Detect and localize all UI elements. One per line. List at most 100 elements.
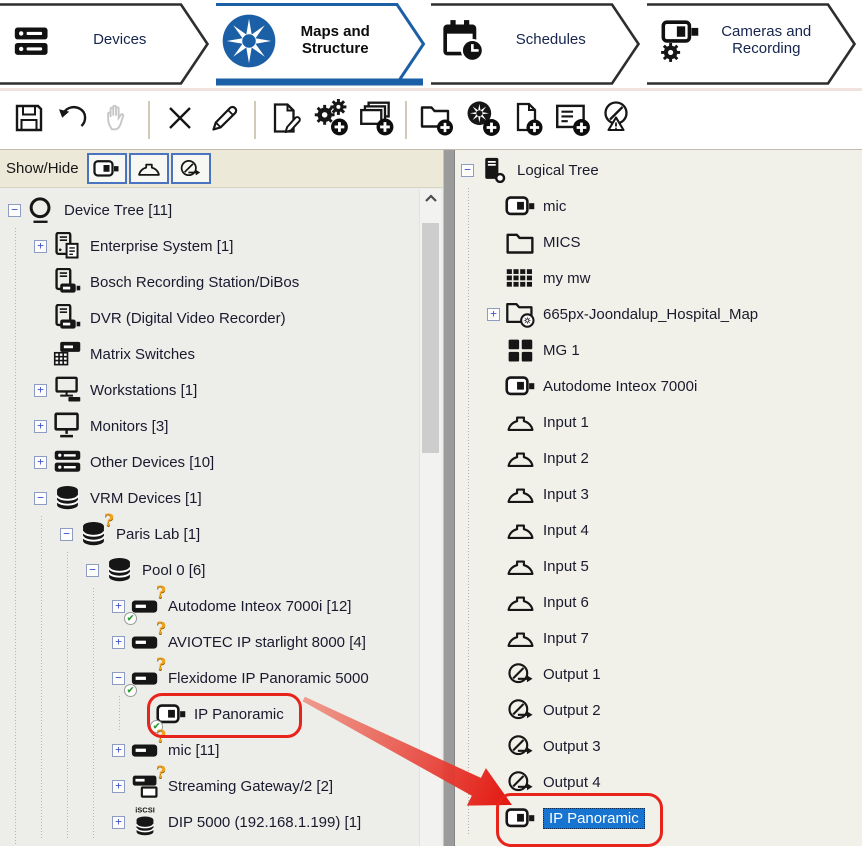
tree-item-label[interactable]: Autodome Inteox 7000i [12]: [168, 598, 351, 615]
panel-splitter[interactable]: [443, 150, 455, 846]
tree-item-input-3[interactable]: Input 3: [455, 476, 862, 512]
tree-item-input-4[interactable]: Input 4: [455, 512, 862, 548]
tree-item-label[interactable]: Logical Tree: [517, 162, 599, 179]
expand-toggle[interactable]: +: [112, 636, 125, 649]
tree-item-label[interactable]: Input 6: [543, 594, 589, 611]
tree-item-pool-0-6[interactable]: − Pool 0 [6]: [0, 552, 443, 588]
expand-toggle[interactable]: +: [34, 420, 47, 433]
expand-toggle[interactable]: −: [8, 204, 21, 217]
scrollbar[interactable]: [419, 189, 441, 846]
add-resources-button[interactable]: [353, 97, 398, 143]
save-button[interactable]: [6, 97, 51, 143]
tree-item-label[interactable]: my mw: [543, 270, 591, 287]
tree-item-label[interactable]: Output 2: [543, 702, 601, 719]
tree-item-label[interactable]: Bosch Recording Station/DiBos: [90, 274, 299, 291]
tree-item-input-6[interactable]: Input 6: [455, 584, 862, 620]
tree-item-mg-1[interactable]: MG 1: [455, 332, 862, 368]
tree-item-label[interactable]: Device Tree [11]: [64, 202, 172, 219]
expand-toggle[interactable]: −: [461, 164, 474, 177]
tree-item-label[interactable]: Input 5: [543, 558, 589, 575]
tab-schedules[interactable]: Schedules: [431, 0, 647, 88]
expand-toggle[interactable]: −: [60, 528, 73, 541]
tree-item-label[interactable]: DVR (Digital Video Recorder): [90, 310, 286, 327]
expand-toggle[interactable]: −: [86, 564, 99, 577]
add-map-button[interactable]: [459, 97, 504, 143]
tree-item-autodome-inteox-7000i-12[interactable]: +?✔Autodome Inteox 7000i [12]: [0, 588, 443, 624]
expand-toggle[interactable]: +: [34, 240, 47, 253]
tree-item-enterprise-system-1[interactable]: + Enterprise System [1]: [0, 228, 443, 264]
tree-item-paris-lab-1[interactable]: −?Paris Lab [1]: [0, 516, 443, 552]
add-form-button[interactable]: [549, 97, 594, 143]
add-document-button[interactable]: [504, 97, 549, 143]
tree-item-label[interactable]: Autodome Inteox 7000i: [543, 378, 697, 395]
tree-item-mics[interactable]: MICS: [455, 224, 862, 260]
tree-item-label[interactable]: Monitors [3]: [90, 418, 168, 435]
tree-item-label[interactable]: Output 3: [543, 738, 601, 755]
expand-toggle[interactable]: +: [34, 456, 47, 469]
tree-item-output-1[interactable]: Output 1: [455, 656, 862, 692]
tree-item-vrm-devices-1[interactable]: − VRM Devices [1]: [0, 480, 443, 516]
tree-item-label[interactable]: Other Devices [10]: [90, 454, 214, 471]
tree-item-output-2[interactable]: Output 2: [455, 692, 862, 728]
input-filter-toggle[interactable]: [129, 153, 169, 184]
tree-item-mic[interactable]: mic: [455, 188, 862, 224]
tree-item-input-1[interactable]: Input 1: [455, 404, 862, 440]
tree-item-label[interactable]: Input 7: [543, 630, 589, 647]
expand-toggle[interactable]: +: [487, 308, 500, 321]
expand-toggle[interactable]: +: [112, 780, 125, 793]
tree-item-logical-tree[interactable]: − Logical Tree: [455, 152, 862, 188]
expand-toggle[interactable]: +: [112, 816, 125, 829]
tree-item-input-7[interactable]: Input 7: [455, 620, 862, 656]
expand-toggle[interactable]: −: [34, 492, 47, 505]
expand-toggle[interactable]: +: [112, 744, 125, 757]
tree-item-label[interactable]: 665px-Joondalup_Hospital_Map: [543, 306, 758, 323]
tree-item-label[interactable]: Output 4: [543, 774, 601, 791]
tree-item-output-3[interactable]: Output 3: [455, 728, 862, 764]
tree-item-other-devices-10[interactable]: + Other Devices [10]: [0, 444, 443, 480]
tree-item-flexidome-ip-panoramic-5000[interactable]: −?✔Flexidome IP Panoramic 5000: [0, 660, 443, 696]
tree-item-label[interactable]: DIP 5000 (192.168.1.199) [1]: [168, 814, 361, 831]
expand-toggle[interactable]: +: [112, 600, 125, 613]
tree-item-output-4[interactable]: Output 4: [455, 764, 862, 800]
camera-filter-toggle[interactable]: [87, 153, 127, 184]
tree-item-dvr-digital-video-recorder[interactable]: DVR (Digital Video Recorder): [0, 300, 443, 336]
add-gears-button[interactable]: [308, 97, 353, 143]
tree-item-my-mw[interactable]: my mw: [455, 260, 862, 296]
tree-item-label[interactable]: Enterprise System [1]: [90, 238, 233, 255]
tree-item-label[interactable]: Input 4: [543, 522, 589, 539]
tab-maps-and-structure[interactable]: Maps and Structure: [216, 0, 432, 88]
delete-x-button[interactable]: [157, 97, 202, 143]
tree-item-ip-panoramic[interactable]: ✔IP Panoramic: [0, 696, 443, 732]
tree-item-label[interactable]: Matrix Switches: [90, 346, 195, 363]
tab-cameras-and-recording[interactable]: Cameras and Recording: [647, 0, 862, 88]
tree-item-label[interactable]: AVIOTEC IP starlight 8000 [4]: [168, 634, 366, 651]
tree-item-label[interactable]: Pool 0 [6]: [142, 562, 205, 579]
add-folder-button[interactable]: [414, 97, 459, 143]
expand-toggle[interactable]: +: [34, 384, 47, 397]
tree-item-label[interactable]: Streaming Gateway/2 [2]: [168, 778, 333, 795]
tree-item-label[interactable]: VRM Devices [1]: [90, 490, 202, 507]
tree-item-workstations-1[interactable]: + Workstations [1]: [0, 372, 443, 408]
tree-item-label[interactable]: Workstations [1]: [90, 382, 197, 399]
tree-item-autodome-inteox-7000i[interactable]: Autodome Inteox 7000i: [455, 368, 862, 404]
scrollbar-thumb[interactable]: [422, 223, 439, 453]
tree-item-input-5[interactable]: Input 5: [455, 548, 862, 584]
tree-item-matrix-switches[interactable]: Matrix Switches: [0, 336, 443, 372]
tree-item-ip-panoramic[interactable]: IP Panoramic: [455, 800, 862, 836]
tree-item-device-tree-11[interactable]: − Device Tree [11]: [0, 192, 443, 228]
tree-item-mic-11[interactable]: +?mic [11]: [0, 732, 443, 768]
tree-item-label[interactable]: MICS: [543, 234, 581, 251]
undo-button[interactable]: [51, 97, 96, 143]
tree-item-label[interactable]: IP Panoramic: [543, 808, 645, 829]
tree-item-label[interactable]: Paris Lab [1]: [116, 526, 200, 543]
tree-item-label[interactable]: Input 1: [543, 414, 589, 431]
tree-item-bosch-recording-station-dibos[interactable]: Bosch Recording Station/DiBos: [0, 264, 443, 300]
malfunction-relay-button[interactable]: [594, 97, 639, 143]
tree-item-label[interactable]: Output 1: [543, 666, 601, 683]
edit-resource-button[interactable]: [263, 97, 308, 143]
tree-item-label[interactable]: mic [11]: [168, 742, 219, 759]
tree-item-dip-5000-192-168-1-199-1[interactable]: +iSCSIDIP 5000 (192.168.1.199) [1]: [0, 804, 443, 840]
tree-item-label[interactable]: Flexidome IP Panoramic 5000: [168, 670, 369, 687]
expand-toggle[interactable]: −: [112, 672, 125, 685]
tree-item-label[interactable]: mic: [543, 198, 566, 215]
